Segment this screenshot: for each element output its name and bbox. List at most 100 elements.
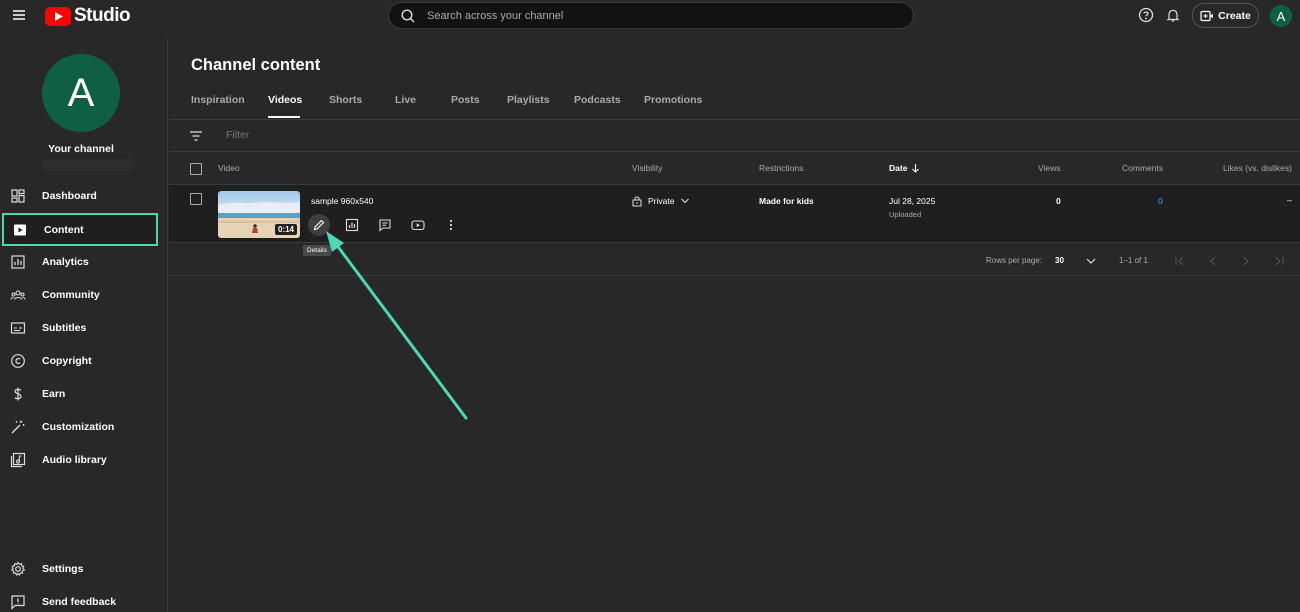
date-status: Uploaded (889, 210, 922, 219)
table-row[interactable]: 0:14 sample 960x540 Private Made for kid… (169, 185, 1300, 243)
create-video-icon (1200, 10, 1214, 21)
video-thumbnail[interactable]: 0:14 (218, 191, 300, 238)
column-likes: Likes (vs. dislikes) (1223, 163, 1292, 173)
tab-playlists[interactable]: Playlists (507, 94, 574, 118)
sidebar-item-earn[interactable]: Earn (0, 379, 162, 409)
tab-promotions[interactable]: Promotions (644, 94, 714, 118)
sidebar-item-label: Audio library (42, 454, 107, 466)
youtube-icon (411, 220, 425, 231)
details-button[interactable] (308, 214, 330, 236)
subtitles-icon (10, 322, 26, 334)
your-channel-label: Your channel (48, 143, 114, 155)
settings-icon (10, 561, 26, 576)
search-input[interactable] (427, 9, 877, 22)
channel-avatar[interactable]: A (42, 54, 120, 132)
sidebar-item-send-feedback[interactable]: Send feedback (0, 587, 162, 612)
filter-icon[interactable] (189, 129, 203, 143)
analytics-icon (345, 218, 359, 232)
earn-icon (14, 387, 22, 401)
notifications-icon[interactable] (1165, 7, 1181, 23)
column-views: Views (1038, 163, 1061, 173)
sidebar-item-label: Dashboard (42, 190, 97, 202)
search-bar[interactable] (388, 2, 914, 29)
rows-per-page-value[interactable]: 30 (1055, 256, 1064, 265)
sidebar-item-settings[interactable]: Settings (0, 554, 162, 584)
column-comments: Comments (1122, 163, 1164, 173)
tab-live[interactable]: Live (395, 94, 451, 118)
chevron-down-icon (681, 198, 690, 204)
sidebar-item-community[interactable]: Community (0, 280, 162, 310)
sidebar-item-label: Earn (42, 388, 66, 400)
last-page-icon[interactable] (1273, 255, 1285, 267)
row-checkbox[interactable] (190, 193, 202, 205)
previous-page-icon[interactable] (1207, 255, 1219, 267)
community-icon (10, 290, 26, 300)
sidebar-item-copyright[interactable]: Copyright (0, 346, 162, 376)
analytics-icon (11, 255, 25, 269)
sidebar: A Your channel Dashboard Content Analyti… (0, 38, 168, 612)
visibility-value: Private (648, 196, 675, 206)
analytics-button[interactable] (341, 214, 363, 236)
sidebar-item-subtitles[interactable]: Subtitles (0, 313, 162, 343)
lock-icon (632, 196, 642, 207)
more-options-icon (449, 219, 453, 231)
views-value: 0 (1056, 196, 1061, 206)
likes-value: – (1287, 195, 1292, 205)
tab-posts[interactable]: Posts (451, 94, 507, 118)
video-title[interactable]: sample 960x540 (311, 196, 373, 206)
sidebar-item-label: Analytics (42, 256, 89, 268)
table-header: Video Visibility Restrictions Date Views… (169, 152, 1300, 185)
tab-shorts[interactable]: Shorts (329, 94, 395, 118)
sidebar-item-analytics[interactable]: Analytics (0, 247, 162, 277)
sidebar-item-content[interactable]: Content (2, 213, 158, 246)
sidebar-item-customization[interactable]: Customization (0, 412, 162, 442)
tab-inspiration[interactable]: Inspiration (191, 94, 268, 118)
page-title: Channel content (191, 56, 321, 74)
pagination-bar: Rows per page: 30 1–1 of 1 (169, 244, 1300, 276)
customization-icon (11, 420, 25, 434)
video-duration: 0:14 (274, 224, 297, 235)
account-avatar[interactable]: A (1270, 5, 1292, 27)
youtube-studio-logo[interactable]: Studio (45, 5, 131, 27)
youtube-logo-icon (45, 6, 71, 26)
column-video: Video (218, 163, 240, 173)
comments-button[interactable] (374, 214, 396, 236)
logo-text: Studio (74, 5, 131, 26)
menu-icon[interactable] (8, 4, 30, 26)
date-value: Jul 28, 2025 (889, 196, 936, 206)
sidebar-item-label: Copyright (42, 355, 92, 367)
column-visibility: Visibility (632, 163, 663, 173)
sidebar-item-label: Subtitles (42, 322, 87, 334)
view-on-youtube-button[interactable] (407, 214, 429, 236)
content-tabs: Inspiration Videos Shorts Live Posts Pla… (191, 94, 714, 118)
visibility-dropdown[interactable]: Private (632, 195, 690, 207)
filter-input[interactable] (226, 129, 526, 141)
first-page-icon[interactable] (1174, 255, 1186, 267)
create-button[interactable]: Create (1192, 3, 1259, 28)
main-content: Channel content Inspiration Videos Short… (169, 38, 1300, 612)
filter-bar (169, 120, 1300, 152)
sidebar-item-audio-library[interactable]: Audio library (0, 445, 162, 475)
sidebar-item-dashboard[interactable]: Dashboard (0, 181, 162, 211)
column-restrictions: Restrictions (759, 163, 804, 173)
next-page-icon[interactable] (1240, 255, 1252, 267)
audio-library-icon (10, 452, 26, 468)
restrictions-value[interactable]: Made for kids (759, 196, 814, 206)
comments-value[interactable]: 0 (1158, 196, 1163, 206)
search-icon (401, 8, 415, 22)
content-icon (14, 224, 26, 235)
comments-icon (379, 219, 391, 232)
help-icon[interactable] (1138, 7, 1154, 23)
more-options-button[interactable] (440, 214, 462, 236)
top-bar: Studio Create A (0, 0, 1300, 38)
sort-arrow-down-icon (912, 164, 920, 173)
column-date[interactable]: Date (889, 163, 920, 173)
page-range: 1–1 of 1 (1119, 256, 1148, 265)
sidebar-item-label: Content (44, 223, 84, 236)
select-all-checkbox[interactable] (190, 163, 202, 175)
tab-videos[interactable]: Videos (268, 94, 302, 118)
tab-podcasts[interactable]: Podcasts (574, 94, 644, 118)
chevron-down-icon[interactable] (1085, 255, 1097, 267)
dashboard-icon (11, 189, 25, 203)
column-date-label: Date (889, 163, 908, 173)
